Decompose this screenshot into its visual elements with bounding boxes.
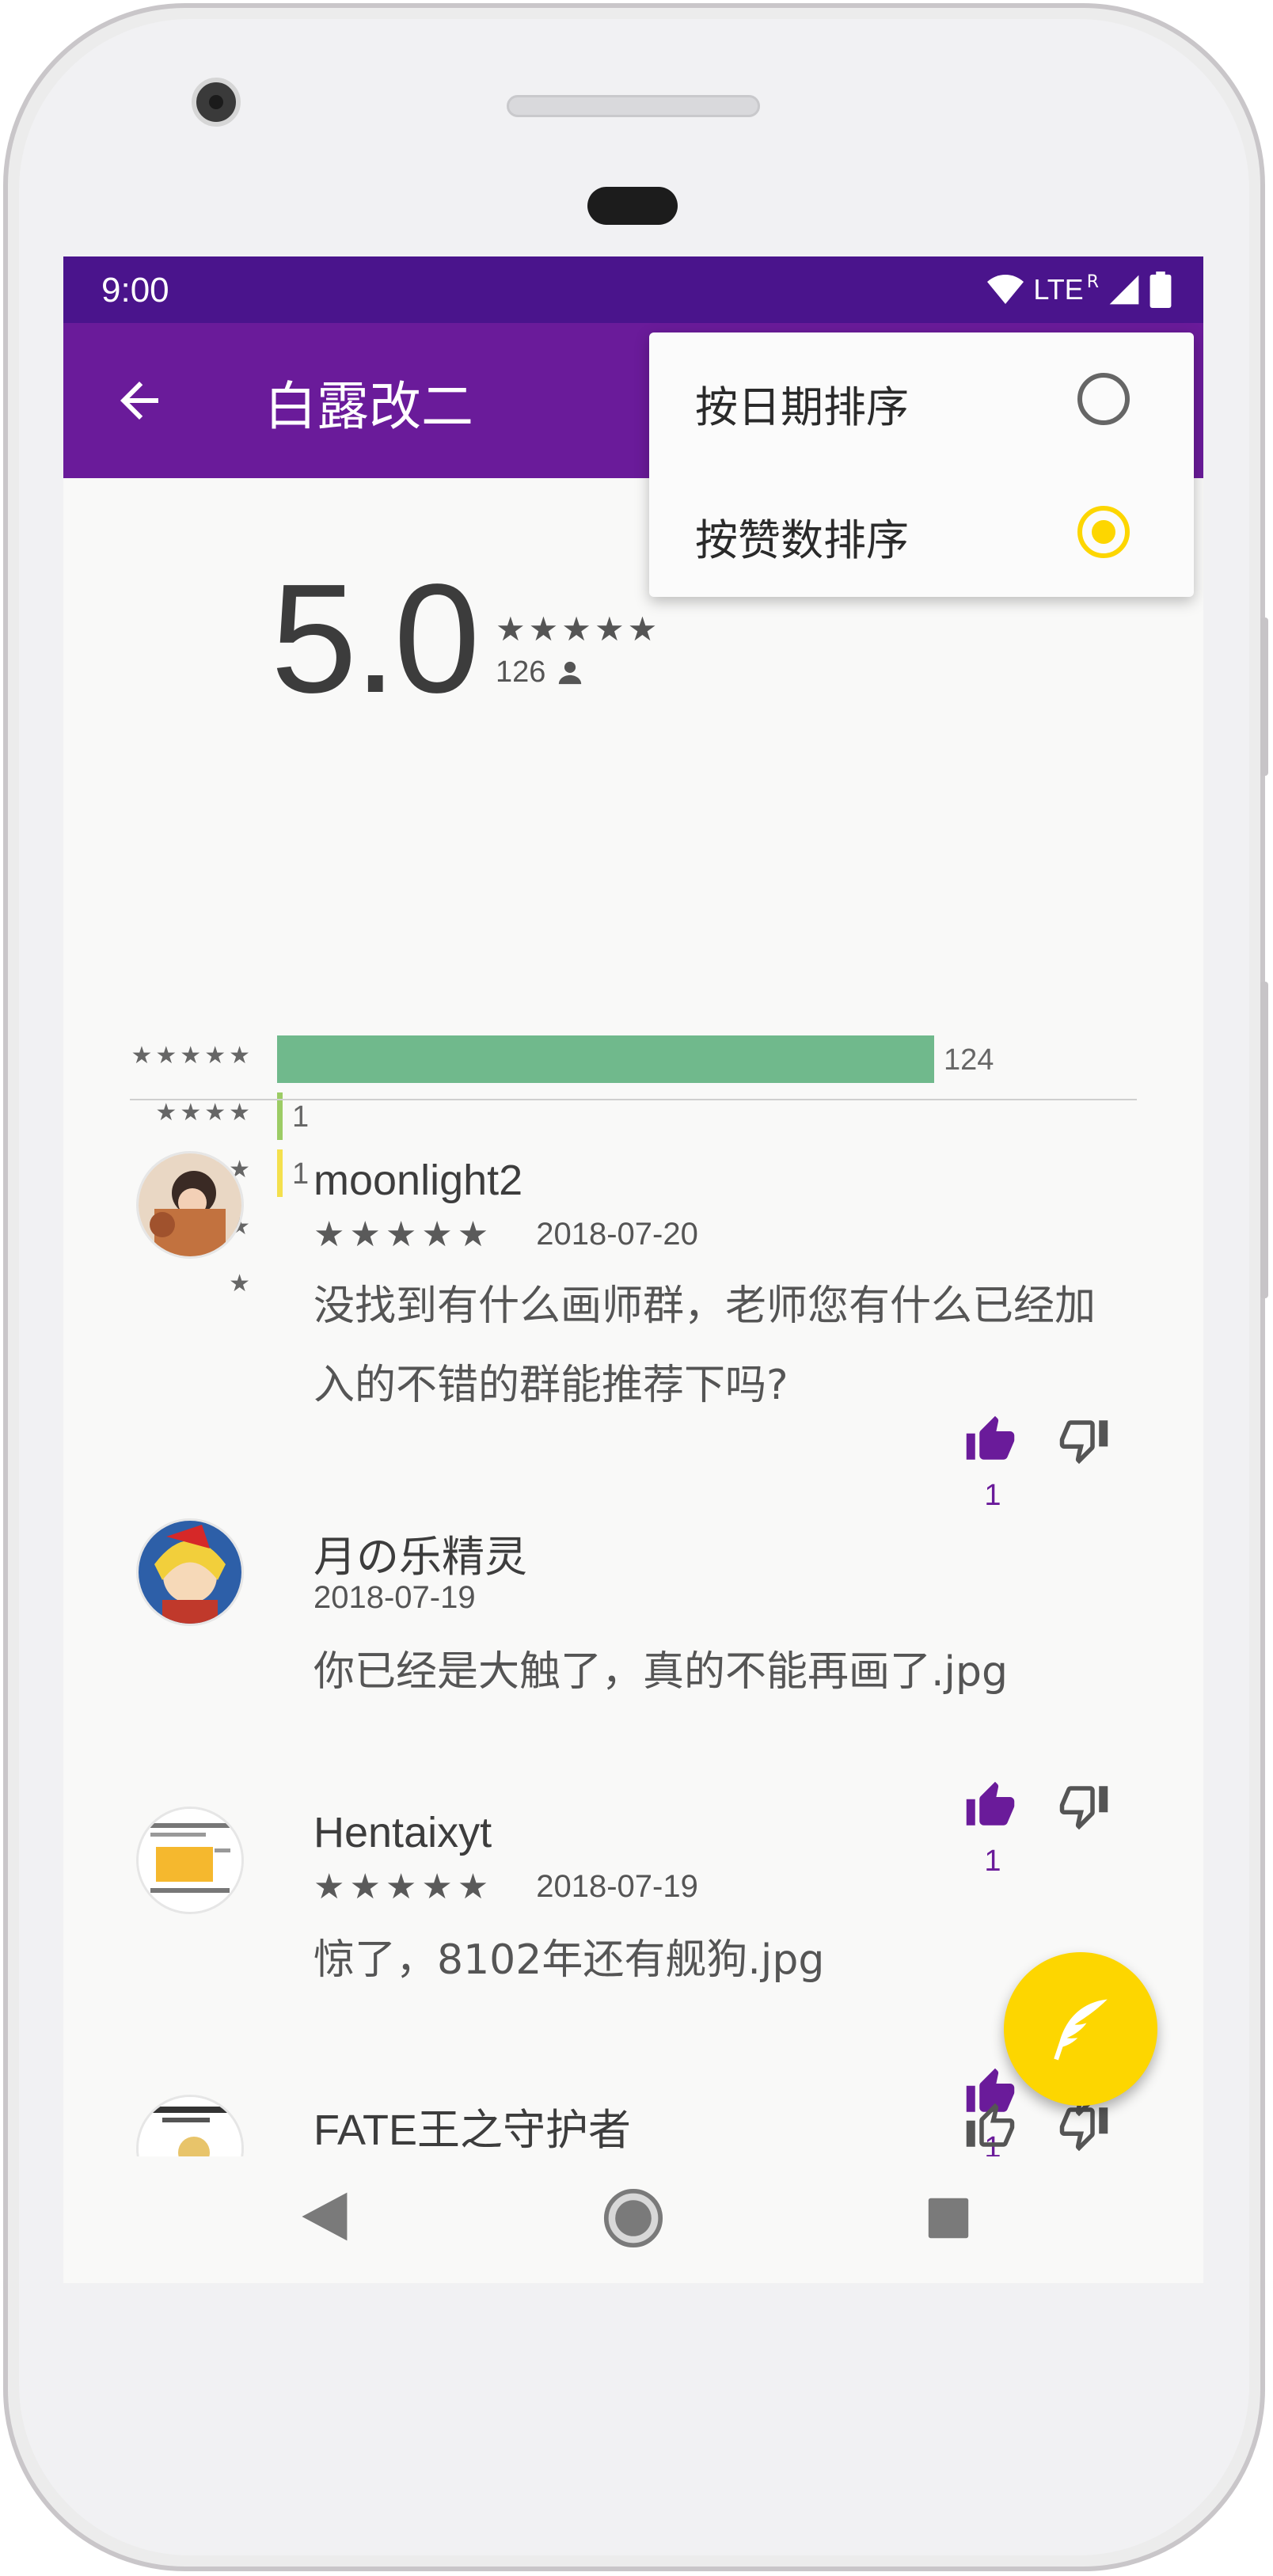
thumb-up-icon[interactable]	[964, 2101, 1016, 2153]
power-button	[1260, 617, 1268, 776]
menu-item-label: 按赞数排序	[695, 515, 909, 565]
radio-unchecked-icon[interactable]	[1075, 370, 1132, 427]
nav-home-icon[interactable]	[603, 2188, 663, 2248]
radio-checked-icon[interactable]	[1075, 503, 1132, 560]
earpiece-speaker	[507, 95, 760, 117]
front-camera	[192, 78, 241, 127]
nav-back-icon[interactable]	[293, 2185, 353, 2248]
sort-menu: 按日期排序 按赞数排序	[649, 332, 1194, 597]
thumb-down-icon[interactable]	[1058, 2101, 1110, 2153]
quill-icon	[1054, 1999, 1108, 2061]
menu-item-sort-by-date[interactable]: 按日期排序	[649, 332, 1194, 464]
avatar[interactable]	[136, 2095, 244, 2156]
menu-item-sort-by-likes[interactable]: 按赞数排序	[649, 465, 1194, 597]
nav-recents-icon[interactable]	[926, 2196, 971, 2240]
write-review-button[interactable]	[1004, 1952, 1157, 2106]
volume-button	[1260, 982, 1268, 1298]
menu-item-label: 按日期排序	[695, 382, 909, 432]
reviewer-name: FATE王之守护者	[314, 2107, 632, 2154]
screen: 9:00 LTE R 白露改二 5.0 ★★★★★ 126 ★★★★★ 124 ★★…	[63, 256, 1203, 2283]
navigation-bar	[63, 2156, 1203, 2283]
proximity-sensor	[587, 187, 678, 225]
